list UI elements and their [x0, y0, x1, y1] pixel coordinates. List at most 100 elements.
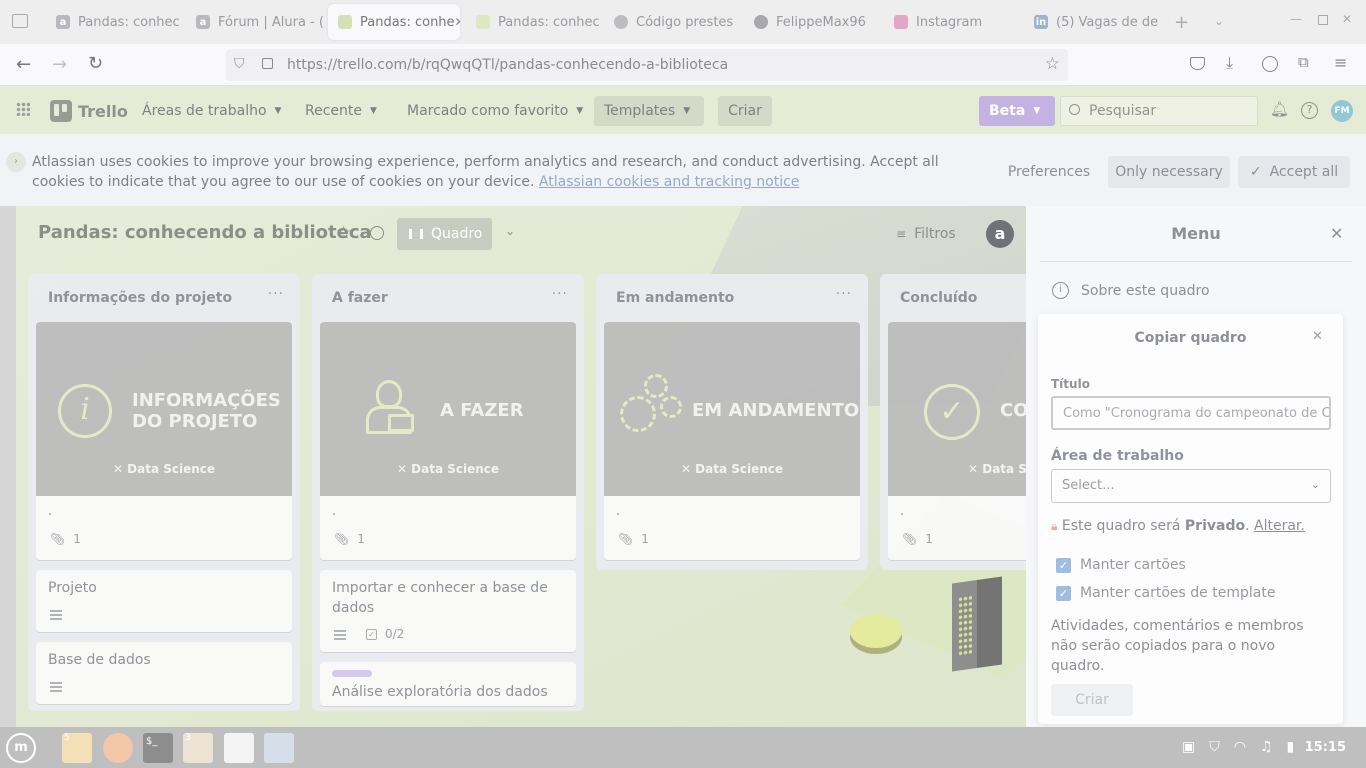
- window-count: 3: [185, 733, 191, 743]
- card[interactable]: Análise exploratória dos dados: [320, 662, 576, 706]
- list-menu-icon[interactable]: ···: [836, 286, 852, 302]
- firefox-app-icon[interactable]: [103, 733, 133, 763]
- reload-icon[interactable]: ↻: [88, 53, 103, 74]
- openai-icon: [614, 15, 628, 29]
- divider: [1040, 261, 1352, 262]
- tab-list-icon[interactable]: ⌄: [1214, 14, 1224, 28]
- nav-templates[interactable]: Templates ▼: [594, 96, 704, 126]
- download-icon[interactable]: ⤓: [1226, 53, 1233, 73]
- visibility-icon[interactable]: [370, 226, 384, 240]
- star-icon[interactable]: ☆: [336, 223, 351, 243]
- cover-card[interactable]: ✓ CO ✕ Data Sc . 📎︎ 1: [888, 322, 1026, 560]
- beta-button[interactable]: Beta ▼: [979, 96, 1055, 126]
- close-menu-icon[interactable]: ✕: [1330, 224, 1343, 243]
- create-copy-button[interactable]: Criar: [1051, 684, 1133, 716]
- about-board-item[interactable]: i Sobre este quadro: [1052, 282, 1210, 299]
- sidebar-expand-icon[interactable]: ›: [6, 152, 26, 172]
- browser-tab-active[interactable]: Pandas: conhe ✕: [328, 4, 460, 40]
- new-tab-icon[interactable]: +: [1174, 12, 1189, 33]
- forward-icon[interactable]: →: [52, 54, 67, 75]
- accept-all-button[interactable]: ✓ Accept all: [1238, 156, 1350, 188]
- extensions-icon[interactable]: ⧉: [1298, 53, 1309, 71]
- trello-icon: [338, 15, 352, 29]
- filters-button[interactable]: ≡ Filtros: [896, 226, 956, 242]
- title-input[interactable]: Como "Cronograma do campeonato de C: [1051, 396, 1331, 430]
- cover-card[interactable]: i INFORMAÇÕES DO PROJETO ✕ Data Science …: [36, 322, 292, 560]
- back-icon[interactable]: ←: [16, 54, 31, 75]
- close-window-icon[interactable]: ✕: [1342, 12, 1352, 26]
- browser-tab[interactable]: Pandas: conhec: [466, 4, 602, 40]
- tab-label: Pandas: conhec: [498, 14, 600, 30]
- hamburger-menu-icon[interactable]: ≡: [1334, 53, 1347, 72]
- text-editor-app-icon[interactable]: [224, 733, 254, 763]
- cookie-notice-link[interactable]: Atlassian cookies and tracking notice: [539, 174, 800, 190]
- list-menu-icon[interactable]: ···: [552, 286, 568, 302]
- app-switcher-icon[interactable]: [16, 102, 30, 116]
- cookie-text: Atlassian uses cookies to improve your b…: [32, 154, 939, 190]
- workspace-select[interactable]: Select... ⌄: [1051, 469, 1331, 503]
- volume-icon[interactable]: ♫: [1260, 739, 1273, 755]
- change-privacy-link[interactable]: Alterar.: [1254, 518, 1305, 534]
- list-title[interactable]: Concluído: [900, 290, 977, 306]
- nav-starred[interactable]: Marcado como favorito ▼: [397, 96, 593, 126]
- browser-tab[interactable]: Instagram: [884, 4, 1024, 40]
- wifi-icon[interactable]: ◠: [1234, 739, 1246, 755]
- nav-recent[interactable]: Recente ▼: [295, 96, 387, 126]
- trello-logo[interactable]: Trello: [50, 100, 128, 122]
- member-avatar[interactable]: a: [986, 220, 1014, 248]
- browser-tab[interactable]: a Fórum | Alura - (: [186, 4, 326, 40]
- list-title[interactable]: Em andamento: [616, 290, 734, 306]
- battery-icon[interactable]: ▮: [1287, 739, 1295, 755]
- view-switcher-chevron-icon[interactable]: ⌄: [505, 224, 515, 238]
- nav-workspaces[interactable]: Áreas de trabalho ▼: [132, 96, 291, 126]
- cover-title: EM ANDAMENTO: [692, 400, 860, 421]
- folder-app-icon[interactable]: 3: [183, 733, 213, 763]
- address-bar[interactable]: ⛉ https://trello.com/b/rqQwqQTl/pandas-c…: [226, 49, 1068, 81]
- browser-tab[interactable]: Código prestes: [604, 4, 740, 40]
- bookmark-star-icon[interactable]: ☆: [1045, 54, 1060, 74]
- clipboard-icon[interactable]: ▣: [1182, 739, 1195, 755]
- only-necessary-button[interactable]: Only necessary: [1108, 156, 1230, 188]
- board-view-button[interactable]: Quadro: [397, 218, 492, 250]
- card[interactable]: Importar e conhecer a base de dados ✓ 0/…: [320, 570, 576, 652]
- keep-template-cards-checkbox[interactable]: ✓: [1056, 586, 1071, 601]
- close-popover-icon[interactable]: ✕: [1312, 329, 1323, 344]
- browser-tab[interactable]: a Pandas: conhec: [46, 4, 186, 40]
- help-icon[interactable]: ?: [1301, 102, 1318, 119]
- start-menu-icon[interactable]: m: [6, 733, 36, 763]
- shield-tray-icon[interactable]: ⛉: [1209, 739, 1220, 755]
- pocket-icon[interactable]: [1190, 57, 1205, 70]
- list-title[interactable]: A fazer: [332, 290, 388, 306]
- cover-brand: ✕ Data Sc: [928, 462, 1026, 476]
- close-tab-icon[interactable]: ✕: [455, 15, 460, 29]
- minimize-icon[interactable]: —: [1290, 12, 1302, 26]
- cover-card[interactable]: A FAZER ✕ Data Science . 📎︎ 1: [320, 322, 576, 560]
- terminal-app-icon[interactable]: $_: [143, 733, 173, 763]
- avatar[interactable]: FM: [1331, 100, 1353, 122]
- notifications-icon[interactable]: 🔔︎: [1270, 100, 1289, 118]
- title-field-label: Título: [1051, 377, 1090, 391]
- card[interactable]: Projeto: [36, 570, 292, 632]
- board-title[interactable]: Pandas: conhecendo a biblioteca: [38, 222, 372, 243]
- keep-cards-checkbox[interactable]: ✓: [1056, 558, 1071, 573]
- screenshot-app-icon[interactable]: [264, 733, 294, 763]
- card[interactable]: Base de dados: [36, 642, 292, 704]
- account-icon[interactable]: [1262, 56, 1278, 72]
- files-app-icon[interactable]: 5: [62, 733, 92, 763]
- create-button[interactable]: Criar: [718, 96, 772, 126]
- tab-overview-icon[interactable]: [12, 14, 28, 28]
- search-box[interactable]: Pesquisar: [1060, 96, 1258, 126]
- cover-card[interactable]: EM ANDAMENTO ✕ Data Science . 📎︎ 1: [604, 322, 860, 560]
- shield-icon[interactable]: ⛉: [234, 56, 245, 72]
- workspace-field-label: Área de trabalho: [1051, 448, 1184, 464]
- lock-icon[interactable]: [262, 58, 273, 69]
- browser-tab[interactable]: FelippeMax96: [744, 4, 884, 40]
- list-a-fazer: A fazer ··· A FAZER ✕ Data Science . 📎︎ …: [312, 274, 584, 711]
- preferences-button[interactable]: Preferences: [998, 156, 1100, 188]
- list-menu-icon[interactable]: ···: [268, 286, 284, 302]
- system-taskbar: m 5 $_ 3 ▣ ⛉ ◠ ♫ ▮ 15:15: [0, 727, 1366, 768]
- maximize-icon[interactable]: [1318, 15, 1328, 25]
- clock[interactable]: 15:15: [1305, 740, 1346, 755]
- list-title[interactable]: Informações do projeto: [48, 290, 232, 306]
- browser-tab[interactable]: in (5) Vagas de de: [1024, 4, 1164, 40]
